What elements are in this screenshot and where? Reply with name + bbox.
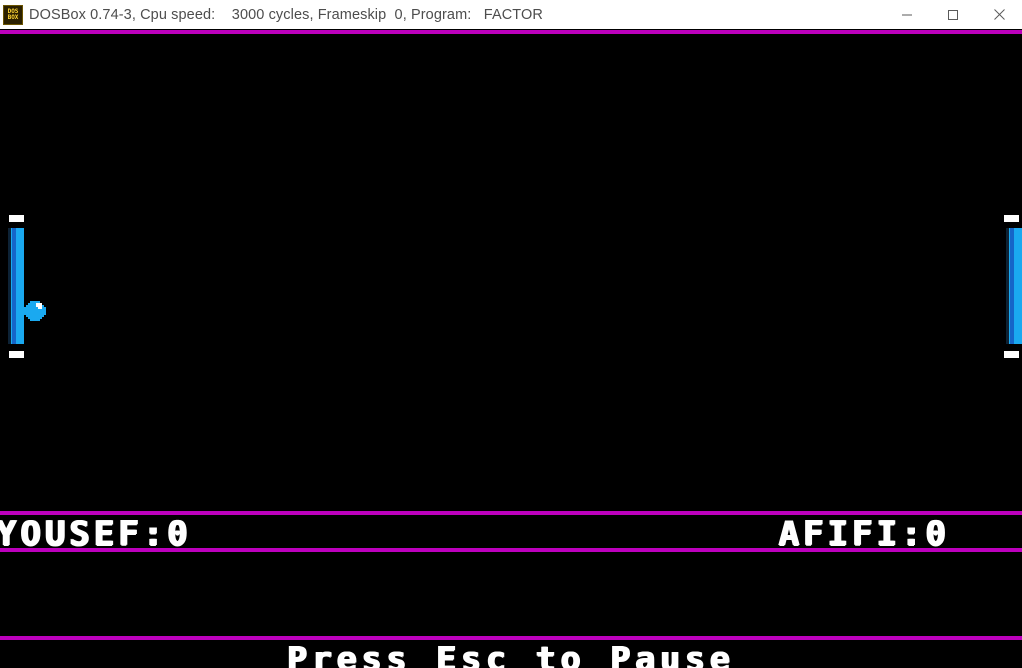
left-paddle-bottom-tick — [9, 351, 24, 358]
pause-hint: Press Esc to Pause — [287, 639, 735, 668]
dosbox-icon-line-2: BOX — [7, 13, 19, 21]
maximize-icon — [948, 9, 958, 20]
scoreboard-bottom-line — [0, 548, 1022, 552]
maximize-button[interactable] — [930, 0, 976, 29]
right-player-score: AFIFI:0 — [778, 514, 950, 554]
top-border-line — [0, 30, 1022, 34]
right-paddle[interactable] — [1006, 228, 1022, 344]
right-paddle-top-tick — [1004, 215, 1019, 222]
right-paddle-bottom-tick — [1004, 351, 1019, 358]
minimize-button[interactable] — [884, 0, 930, 29]
window-controls — [884, 0, 1022, 29]
ball — [24, 301, 46, 321]
game-canvas[interactable]: YOUSEF:0 AFIFI:0 Press Esc to Pause — [0, 29, 1022, 668]
minimize-icon — [902, 14, 912, 15]
title-bar[interactable]: DOS BOX DOSBox 0.74-3, Cpu speed: 3000 c… — [0, 0, 1022, 29]
left-paddle[interactable] — [8, 228, 24, 344]
left-paddle-top-tick — [9, 215, 24, 222]
close-icon — [993, 9, 1005, 20]
window-title: DOSBox 0.74-3, Cpu speed: 3000 cycles, F… — [29, 6, 543, 23]
dosbox-window: DOS BOX DOSBox 0.74-3, Cpu speed: 3000 c… — [0, 0, 1022, 668]
left-player-score: YOUSEF:0 — [0, 514, 192, 554]
dosbox-icon[interactable]: DOS BOX — [3, 4, 23, 25]
close-button[interactable] — [976, 0, 1022, 29]
